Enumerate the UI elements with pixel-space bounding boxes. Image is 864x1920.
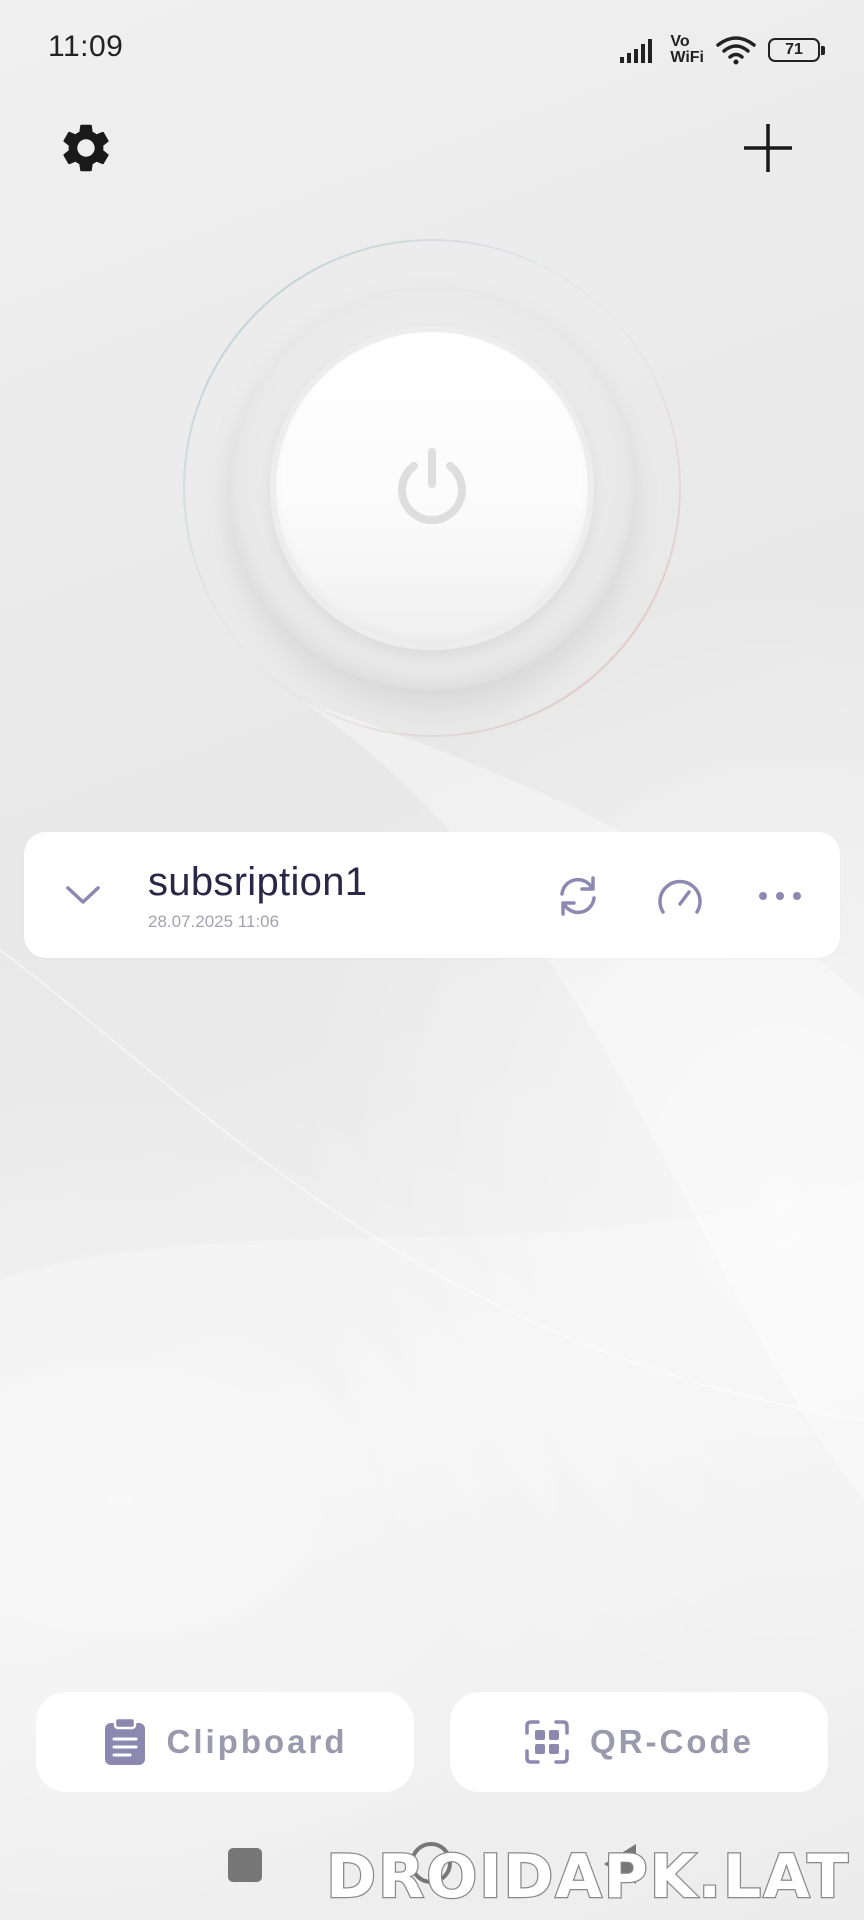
chevron-down-icon: [66, 886, 100, 904]
vowifi-icon: Vo WiFi: [670, 34, 704, 66]
more-horizontal-icon: [759, 892, 801, 900]
settings-button[interactable]: [50, 112, 122, 184]
battery-level: 71: [785, 41, 803, 58]
clipboard-label: Clipboard: [166, 1723, 348, 1760]
plus-icon: [744, 124, 792, 172]
power-control: [182, 238, 682, 738]
qr-code-button[interactable]: QR-Code: [450, 1692, 828, 1792]
power-button[interactable]: [270, 326, 594, 650]
speedometer-icon: [658, 879, 702, 914]
clipboard-icon: [104, 1717, 145, 1765]
subscription-date: 28.07.2025 11:06: [148, 912, 280, 931]
clipboard-button[interactable]: Clipboard: [36, 1692, 414, 1792]
recent-apps-button[interactable]: [228, 1848, 262, 1882]
subscription-name: subsription1: [148, 860, 368, 904]
signal-icon: [620, 39, 653, 63]
add-button[interactable]: [732, 112, 804, 184]
status-time: 11:09: [48, 30, 124, 63]
vowifi-top: Vo: [670, 33, 690, 50]
subscription-card[interactable]: subsription1 28.07.2025 11:06: [24, 832, 840, 958]
status-bar: 11:09 Vo WiFi 71: [0, 0, 864, 100]
watermark: DROIDAPK.LAT: [325, 1841, 850, 1914]
qr-scan-icon: [525, 1720, 569, 1764]
refresh-button[interactable]: [550, 868, 606, 924]
expand-button[interactable]: [58, 870, 108, 920]
refresh-icon: [560, 876, 596, 916]
speed-test-button[interactable]: [652, 868, 708, 924]
qr-code-label: QR-Code: [590, 1723, 754, 1760]
power-icon: [398, 448, 466, 524]
wifi-icon: [716, 36, 756, 65]
vowifi-bottom: WiFi: [670, 49, 704, 66]
more-button[interactable]: [752, 868, 808, 924]
gear-icon: [63, 124, 109, 172]
status-icons: Vo WiFi 71: [620, 30, 825, 70]
battery-icon: 71: [768, 38, 825, 62]
